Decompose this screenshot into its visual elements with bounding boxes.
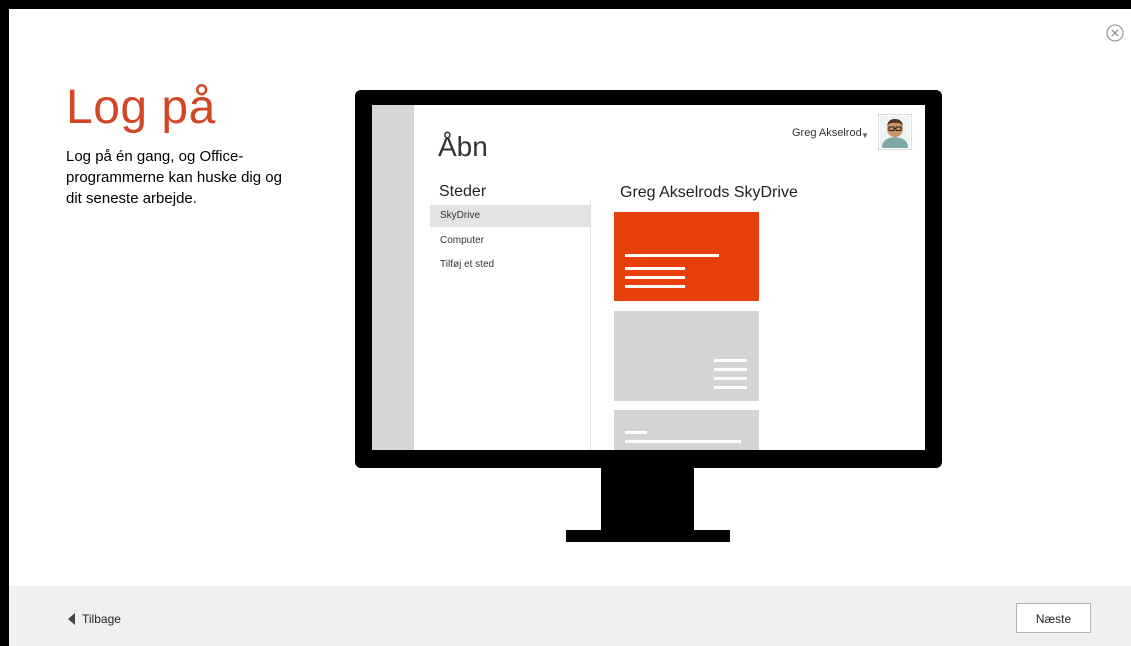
- screen-drive-title: Greg Akselrods SkyDrive: [620, 184, 798, 201]
- screen-divider: [590, 200, 591, 450]
- document-tile: [614, 410, 759, 450]
- screen-open-title: Åbn: [438, 131, 488, 162]
- monitor-screen: Åbn Greg Akselrod ▼ Steder SkyDrive Comp…: [372, 105, 925, 450]
- page-title: Log på: [66, 81, 216, 134]
- window-frame-top: [0, 0, 1131, 9]
- screen-place-add: Tilføj et sted: [440, 259, 495, 270]
- avatar: [877, 113, 913, 151]
- monitor-stand: [601, 468, 694, 530]
- page-description: Log på én gang, og Office-programmerne k…: [66, 148, 282, 207]
- document-tile: [614, 311, 759, 401]
- next-button[interactable]: Næste: [1016, 603, 1091, 633]
- screen-user-name: Greg Akselrod: [792, 127, 862, 139]
- document-tile: [614, 212, 759, 301]
- screen-places-title: Steder: [439, 183, 487, 200]
- screen-place-computer: Computer: [440, 235, 484, 246]
- footer-bar: [9, 586, 1131, 646]
- back-label: Tilbage: [82, 612, 121, 626]
- screen-place-skydrive: SkyDrive: [430, 205, 590, 227]
- close-icon[interactable]: [1105, 23, 1125, 43]
- back-arrow-icon: [68, 613, 75, 625]
- back-button[interactable]: Tilbage: [68, 611, 121, 627]
- monitor-base: [566, 530, 730, 542]
- chevron-down-icon: ▼: [861, 131, 869, 140]
- screen-sidebar: [372, 105, 414, 450]
- window-frame-left: [0, 0, 9, 646]
